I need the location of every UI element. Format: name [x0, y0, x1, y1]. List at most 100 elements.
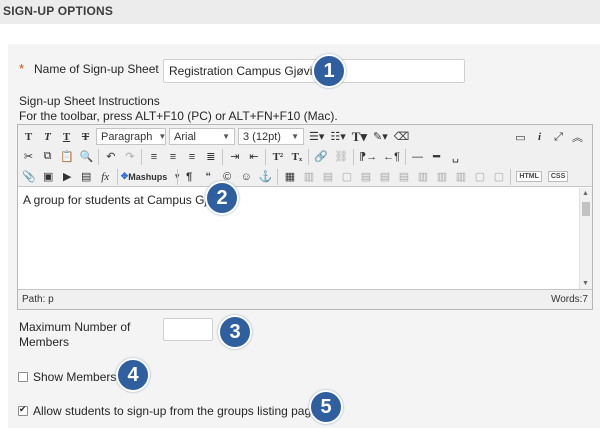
callout-badge-2: 2	[205, 181, 239, 215]
toolbar-separator	[308, 148, 310, 165]
text-color-icon[interactable]: T▾	[350, 128, 369, 146]
mashups-label: Mashups	[128, 171, 168, 182]
word-count: Words:7	[550, 294, 588, 305]
cell-props-icon[interactable]: ▢	[338, 168, 355, 186]
css-button[interactable]: CSS	[546, 168, 570, 186]
callout-badge-4: 4	[116, 358, 150, 392]
allow-signup-label: Allow students to sign-up from the group…	[33, 404, 322, 418]
link-icon[interactable]: 🔗	[312, 148, 330, 166]
justify-icon[interactable]: ≣	[202, 148, 219, 166]
emoticon-icon[interactable]: ☺	[238, 168, 255, 186]
max-members-label-line1: Maximum Number of	[19, 320, 131, 334]
font-select-value: Arial	[174, 130, 197, 143]
scroll-thumb[interactable]	[582, 202, 590, 216]
mashups-select[interactable]: ✥Mashups▼	[121, 168, 181, 185]
editor-toolbar: T T T T Paragraph ▼ Arial ▼ 3 (12pt) ▼ ☰▾ ☷…	[18, 125, 592, 187]
insert-document-icon[interactable]: ▤	[78, 168, 95, 186]
toolbar-separator	[265, 148, 267, 165]
toolbar-separator	[222, 148, 224, 165]
highlight-icon[interactable]: ✎▾	[371, 128, 390, 146]
paste-icon[interactable]: 📋	[58, 148, 76, 166]
editor-content-text: A group for students at Campus Gjøvik.	[23, 193, 233, 207]
insert-media-icon[interactable]: ▶	[59, 168, 76, 186]
merge-cells-icon[interactable]: ▢	[490, 168, 507, 186]
align-left-icon[interactable]: ≡	[145, 148, 162, 166]
unlink-icon[interactable]: ⛓	[332, 148, 350, 166]
callout-badge-3: 3	[218, 315, 252, 349]
numbered-list-icon[interactable]: ☷▾	[328, 128, 347, 146]
subscript-icon[interactable]: Tₓ	[288, 148, 305, 166]
toolbar-separator	[116, 168, 118, 185]
ltr-icon[interactable]: ⁋→	[357, 148, 379, 166]
paragraph-select-value: Paragraph	[101, 130, 153, 143]
size-select[interactable]: 3 (12pt) ▼	[238, 128, 304, 145]
editor-statusbar: Path: p Words:7	[18, 289, 592, 309]
table-props-icon[interactable]: ▥	[300, 168, 317, 186]
copy-icon[interactable]: ⧉	[39, 148, 56, 166]
callout-badge-5: 5	[309, 390, 343, 424]
paragraph-mark-icon[interactable]: ¶	[181, 168, 198, 186]
redo-icon[interactable]: ↷	[121, 148, 138, 166]
element-path: Path: p	[22, 294, 54, 305]
toolbar-separator	[176, 168, 178, 185]
undo-icon[interactable]: ↶	[102, 148, 119, 166]
horizontal-rule-icon[interactable]: —	[409, 148, 426, 166]
align-center-icon[interactable]: ≡	[164, 148, 181, 166]
rich-text-editor: T T T T Paragraph ▼ Arial ▼ 3 (12pt) ▼ ☰▾ ☷…	[17, 124, 593, 310]
toolbar-separator	[405, 148, 406, 165]
html-code-button[interactable]: HTML	[514, 168, 543, 186]
horizontal-line-icon[interactable]: ━	[428, 148, 445, 166]
indent-icon[interactable]: ⇥	[226, 148, 243, 166]
insert-table-icon[interactable]: ▦	[281, 168, 298, 186]
anchor-icon[interactable]: ⚓	[257, 168, 275, 186]
font-select[interactable]: Arial ▼	[169, 128, 235, 145]
italic-icon[interactable]: T	[39, 128, 56, 146]
superscript-icon[interactable]: T²	[269, 148, 286, 166]
collapse-toolbar-icon[interactable]: ︽	[569, 128, 586, 146]
preview-icon[interactable]: ▭	[512, 128, 529, 146]
eraser-icon[interactable]: ⌫	[392, 128, 412, 146]
fullscreen-icon[interactable]: ⤢	[550, 128, 567, 146]
align-right-icon[interactable]: ≡	[183, 148, 200, 166]
strikethrough-icon[interactable]: T	[77, 128, 94, 146]
paragraph-select[interactable]: Paragraph ▼	[96, 128, 166, 145]
insert-row-before-icon[interactable]: ▤	[357, 168, 374, 186]
editor-content-area[interactable]: A group for students at Campus Gjøvik. ▲…	[18, 188, 592, 289]
editor-scrollbar[interactable]: ▲ ▼	[579, 188, 592, 289]
row-props-icon[interactable]: ▤	[319, 168, 336, 186]
toolbar-separator	[510, 168, 512, 185]
insert-image-icon[interactable]: ▣	[40, 168, 57, 186]
bold-icon[interactable]: T	[20, 128, 37, 146]
required-asterisk: *	[19, 61, 25, 76]
find-icon[interactable]: 🔍	[78, 148, 96, 166]
css-label: CSS	[547, 171, 569, 182]
underline-icon[interactable]: T	[58, 128, 75, 146]
cut-icon[interactable]: ✂	[20, 148, 37, 166]
allow-signup-checkbox[interactable]	[18, 404, 28, 416]
insert-col-after-icon[interactable]: ▥	[433, 168, 450, 186]
attach-file-icon[interactable]: 📎	[20, 168, 38, 186]
delete-row-icon[interactable]: ▤	[395, 168, 412, 186]
outdent-icon[interactable]: ⇤	[245, 148, 262, 166]
scroll-up-icon[interactable]: ▲	[582, 190, 589, 197]
toolbar-separator	[353, 148, 355, 165]
toolbar-row-2: ✂ ⧉ 📋 🔍 ↶ ↷ ≡ ≡ ≡ ≣ ⇥ ⇤ T² Tₓ 🔗 ⛓ ⁋→ ←¶	[20, 147, 466, 166]
toolbar-right-group: ▭ i ⤢ ︽	[512, 128, 588, 146]
scroll-down-icon[interactable]: ▼	[582, 280, 589, 287]
insert-row-after-icon[interactable]: ▤	[376, 168, 393, 186]
instructions-label: Sign-up Sheet Instructions	[19, 94, 160, 108]
max-members-input[interactable]	[163, 318, 213, 341]
max-members-label-line2: Members	[19, 335, 70, 349]
bullet-list-icon[interactable]: ☰▾	[307, 128, 326, 146]
insert-col-before-icon[interactable]: ▥	[414, 168, 431, 186]
rtl-icon[interactable]: ←¶	[381, 148, 402, 166]
split-cells-icon[interactable]: ▢	[471, 168, 488, 186]
show-members-checkbox[interactable]	[18, 372, 28, 382]
show-members-label: Show Members	[33, 370, 117, 384]
nonbreaking-space-icon[interactable]: ␣	[447, 148, 464, 166]
info-icon[interactable]: i	[531, 128, 548, 146]
math-formula-icon[interactable]: fx	[97, 168, 114, 186]
delete-col-icon[interactable]: ▥	[452, 168, 469, 186]
toolbar-separator	[277, 168, 279, 185]
size-select-value: 3 (12pt)	[243, 130, 281, 143]
